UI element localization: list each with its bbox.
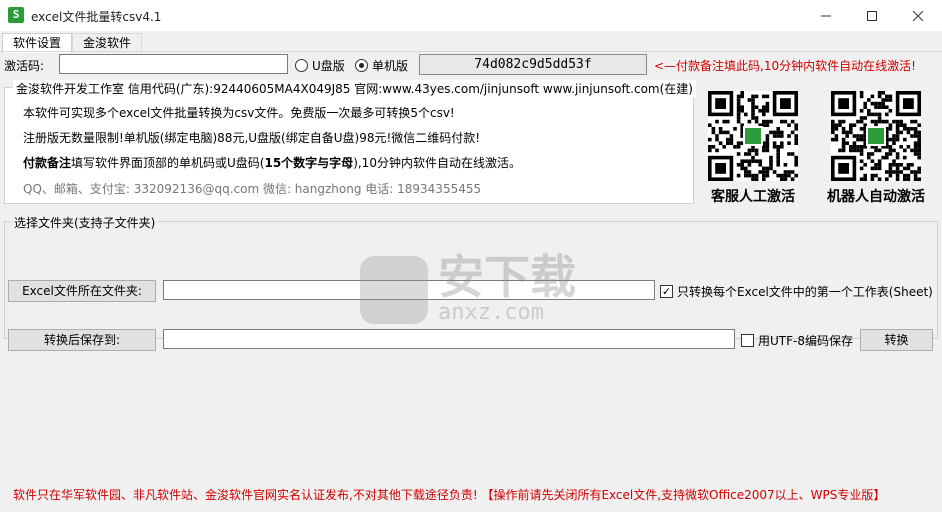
source-folder-button[interactable]: Excel文件所在文件夹: (8, 280, 156, 302)
convert-button[interactable]: 转换 (860, 329, 933, 351)
activation-code-label: 激活码: (4, 59, 45, 73)
close-button[interactable] (895, 0, 941, 31)
activation-code-input[interactable] (59, 54, 288, 74)
info-line-1: 本软件可实现多个excel文件批量转换为csv文件。免费版一次最多可转换5个cs… (23, 106, 455, 120)
machine-code-field[interactable]: 74d082c9d5dd53f (419, 54, 647, 75)
info-line-2: 注册版无数量限制!单机版(绑定电脑)88元,U盘版(绑定自备U盘)98元!微信二… (23, 131, 481, 145)
qr-manual-activation: 客服人工激活 (703, 91, 803, 206)
utf8-checkbox[interactable]: 用UTF-8编码保存 (741, 332, 853, 349)
qr-caption-manual: 客服人工激活 (711, 189, 795, 205)
folder-select-legend: 选择文件夹(支持子文件夹) (11, 214, 159, 231)
watermark: 安下载 anxz.com (360, 254, 576, 325)
title-bar: S excel文件批量转csv4.1 (0, 0, 942, 31)
first-sheet-only-label: 只转换每个Excel文件中的第一个工作表(Sheet) (677, 285, 933, 299)
checkbox-checked-icon: ✓ (660, 285, 673, 298)
save-to-input[interactable] (163, 329, 735, 349)
activation-row: 激活码: U盘版 单机版 74d082c9d5dd53f <—付款备注填此码,1… (0, 54, 942, 76)
checkbox-unchecked-icon (741, 334, 754, 347)
qr-code-icon (708, 91, 798, 181)
utf8-label: 用UTF-8编码保存 (758, 334, 853, 348)
activation-hint: <—付款备注填此码,10分钟内软件自动在线激活! (654, 59, 916, 73)
tab-settings[interactable]: 软件设置 (2, 33, 73, 53)
qr-code-icon (831, 91, 921, 181)
radio-pc-label: 单机版 (372, 59, 409, 73)
watermark-text: 安下载 (438, 250, 576, 304)
radio-usb-edition[interactable]: U盘版 (295, 57, 345, 74)
qr-robot-activation: 机器人自动激活 (826, 91, 926, 206)
code-length-hint: 15个数字与字母 (264, 156, 354, 170)
maximize-icon (867, 10, 877, 21)
close-icon (913, 10, 923, 21)
qr-caption-robot: 机器人自动激活 (827, 189, 925, 205)
minimize-icon (821, 15, 831, 16)
info-line-3-end: ),10分钟内软件自动在线激活。 (353, 156, 521, 170)
developer-info-group: 金浚软件开发工作室 信用代码(广东):92440605MA4X049J85 官网… (4, 80, 696, 204)
tab-divider (0, 51, 942, 52)
tab-strip: 软件设置 金浚软件 (2, 33, 143, 53)
radio-pc-edition[interactable]: 单机版 (355, 57, 408, 74)
info-line-3: 付款备注填写软件界面顶部的单机码或U盘码(15个数字与字母),10分钟内软件自动… (23, 154, 521, 171)
payment-note-label: 付款备注 (23, 156, 72, 170)
app-icon: S (8, 7, 24, 23)
tab-jinjun-software[interactable]: 金浚软件 (72, 33, 143, 52)
first-sheet-only-checkbox[interactable]: ✓ 只转换每个Excel文件中的第一个工作表(Sheet) (660, 283, 933, 300)
footer-notice: 软件只在华军软件园、非凡软件站、金浚软件官网实名认证发布,不对其他下载途径负责!… (13, 488, 886, 502)
radio-dot-selected (355, 59, 368, 72)
minimize-button[interactable] (803, 0, 849, 31)
save-to-button[interactable]: 转换后保存到: (8, 329, 156, 351)
window-title: excel文件批量转csv4.1 (31, 10, 162, 24)
watermark-shield-icon (360, 255, 428, 324)
maximize-button[interactable] (849, 0, 895, 31)
radio-usb-label: U盘版 (312, 59, 345, 73)
contact-info: QQ、邮箱、支付宝: 332092136@qq.com 微信: hangzhon… (23, 182, 482, 196)
radio-dot (295, 59, 308, 72)
info-line-3-text: 填写软件界面顶部的单机码或U盘码( (71, 156, 265, 170)
main-client-area: 软件设置 金浚软件 激活码: U盘版 单机版 74d082c9d5dd53f <… (0, 31, 942, 512)
developer-info-legend: 金浚软件开发工作室 信用代码(广东):92440605MA4X049J85 官网… (13, 80, 696, 97)
